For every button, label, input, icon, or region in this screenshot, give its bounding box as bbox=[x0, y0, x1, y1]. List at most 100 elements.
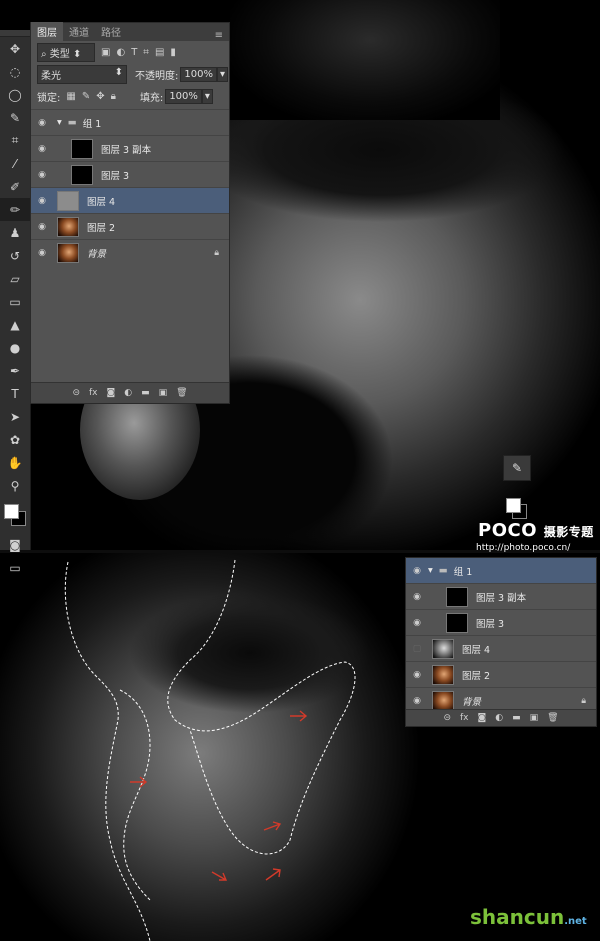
link-icon[interactable]: ⊝ bbox=[72, 388, 80, 398]
visibility-eye-icon[interactable]: ◉ bbox=[31, 196, 53, 206]
color-swatches bbox=[0, 497, 30, 533]
filter-pixel-icon[interactable]: ▣ bbox=[101, 47, 110, 58]
lock-image-icon[interactable]: ✎ bbox=[82, 91, 90, 102]
visibility-eye-icon[interactable]: ◉ bbox=[406, 670, 428, 680]
layer-name: 图层 4 bbox=[462, 644, 491, 656]
layer-row-background[interactable]: ◉ 背景 🔒︎ bbox=[31, 239, 229, 265]
tab-paths[interactable]: 路径 bbox=[95, 22, 127, 41]
blend-mode-value: 柔光 bbox=[41, 70, 61, 82]
trash-icon[interactable]: 🗑︎ bbox=[547, 713, 558, 723]
selection-marquee-left bbox=[64, 561, 151, 941]
opacity-input[interactable]: 100% bbox=[180, 66, 217, 82]
layer-row-group-1[interactable]: ◉ ▾ ▬ 组 1 bbox=[406, 558, 596, 583]
layer-row-layer-3-copy[interactable]: ◉ 图层 3 副本 bbox=[31, 135, 229, 161]
filter-shape-icon[interactable]: ⌗ bbox=[143, 47, 149, 58]
layer-row-layer-3-copy[interactable]: ◉ 图层 3 副本 bbox=[406, 583, 596, 609]
foreground-color-swatch[interactable] bbox=[4, 504, 19, 519]
hand-tool-icon[interactable]: ✋ bbox=[0, 451, 30, 474]
layer-name: 背景 bbox=[462, 696, 482, 708]
layer-thumbnail bbox=[432, 690, 454, 711]
trash-icon[interactable]: 🗑︎ bbox=[176, 388, 187, 398]
pen-tool-icon[interactable]: ✒ bbox=[0, 359, 30, 382]
layer-row-group-1[interactable]: ◉ ▾ ▬ 组 1 bbox=[31, 109, 229, 135]
visibility-off-icon[interactable]: ▢ bbox=[406, 644, 428, 654]
clone-stamp-tool-icon[interactable]: ♟ bbox=[0, 221, 30, 244]
mask-icon[interactable]: ◙ bbox=[477, 713, 486, 723]
healing-brush-tool-icon[interactable]: ✐ bbox=[0, 175, 30, 198]
layer-row-layer-3[interactable]: ◉ 图层 3 bbox=[31, 161, 229, 187]
visibility-eye-icon[interactable]: ◉ bbox=[31, 170, 53, 180]
opacity-label: 不透明度: bbox=[135, 70, 179, 82]
adjustment-icon[interactable]: ◐ bbox=[495, 713, 503, 723]
new-layer-icon[interactable]: ▣ bbox=[530, 713, 539, 723]
type-tool-icon[interactable]: T bbox=[0, 382, 30, 405]
fx-icon[interactable]: fx bbox=[89, 388, 98, 398]
blend-mode-dropdown[interactable]: 柔光 ⬍ bbox=[37, 64, 127, 84]
lasso-tool-icon[interactable]: ◯ bbox=[0, 83, 30, 106]
brush-tool-icon[interactable]: ✏ bbox=[0, 198, 30, 221]
mask-icon[interactable]: ◙ bbox=[106, 388, 115, 398]
visibility-eye-icon[interactable]: ◉ bbox=[406, 618, 428, 628]
filter-type-dropdown[interactable]: ⌕ 类型 ⬍ bbox=[37, 42, 95, 62]
tab-layers[interactable]: 图层 bbox=[31, 22, 63, 41]
visibility-eye-icon[interactable]: ◉ bbox=[406, 696, 428, 706]
adjustment-icon[interactable]: ◐ bbox=[124, 388, 132, 398]
layer-name: 图层 3 副本 bbox=[101, 144, 152, 156]
layer-row-layer-2[interactable]: ◉ 图层 2 bbox=[31, 213, 229, 239]
toolbar-grip[interactable] bbox=[0, 30, 30, 37]
layer-row-layer-2[interactable]: ◉ 图层 2 bbox=[406, 661, 596, 687]
opacity-dropdown-icon[interactable]: ▾ bbox=[216, 66, 228, 82]
new-layer-icon[interactable]: ▣ bbox=[159, 388, 168, 398]
eyedropper-tool-icon[interactable]: ⁄ bbox=[0, 152, 30, 175]
brush-preset-icon[interactable]: ✎ bbox=[503, 455, 531, 481]
panel-menu-icon[interactable]: ≡ bbox=[215, 30, 223, 41]
filter-adjustment-icon[interactable]: ◐ bbox=[116, 47, 125, 58]
layer-name: 图层 2 bbox=[462, 670, 491, 682]
fill-dropdown-icon[interactable]: ▾ bbox=[201, 88, 213, 104]
visibility-eye-icon[interactable]: ◉ bbox=[406, 566, 428, 576]
group-expand-icon[interactable]: ▾ bbox=[428, 565, 433, 576]
filter-smart-object-icon[interactable]: ▤ bbox=[155, 47, 164, 58]
folder-icon[interactable]: ▬ bbox=[141, 388, 150, 398]
visibility-eye-icon[interactable]: ◉ bbox=[406, 592, 428, 602]
fx-icon[interactable]: fx bbox=[460, 713, 469, 723]
blur-tool-icon[interactable]: ▲ bbox=[0, 313, 30, 336]
filter-type-icon[interactable]: T bbox=[131, 47, 137, 58]
visibility-eye-icon[interactable]: ◉ bbox=[31, 222, 53, 232]
move-tool-icon[interactable]: ✥ bbox=[0, 37, 30, 60]
shape-tool-icon[interactable]: ✿ bbox=[0, 428, 30, 451]
fill-input[interactable]: 100% bbox=[165, 88, 202, 104]
path-select-tool-icon[interactable]: ➤ bbox=[0, 405, 30, 428]
layer-row-layer-3[interactable]: ◉ 图层 3 bbox=[406, 609, 596, 635]
visibility-eye-icon[interactable]: ◉ bbox=[31, 118, 53, 128]
link-icon[interactable]: ⊝ bbox=[443, 713, 451, 723]
crop-tool-icon[interactable]: ⌗ bbox=[0, 129, 30, 152]
history-brush-tool-icon[interactable]: ↺ bbox=[0, 244, 30, 267]
eraser-tool-icon[interactable]: ▱ bbox=[0, 267, 30, 290]
quick-select-tool-icon[interactable]: ✎ bbox=[0, 106, 30, 129]
layer-row-layer-4[interactable]: ▢ 图层 4 bbox=[406, 635, 596, 661]
group-expand-icon[interactable]: ▾ bbox=[57, 117, 62, 128]
layer-row-layer-4[interactable]: ◉ 图层 4 bbox=[31, 187, 229, 213]
gradient-tool-icon[interactable]: ▭ bbox=[0, 290, 30, 313]
shancun-text: shancun bbox=[470, 905, 565, 929]
visibility-eye-icon[interactable]: ◉ bbox=[31, 248, 53, 258]
layers-footer: ⊝ fx ◙ ◐ ▬ ▣ 🗑︎ bbox=[406, 709, 596, 726]
lock-transparent-icon[interactable]: ▦ bbox=[66, 91, 75, 102]
quick-mask-icon[interactable]: ◙ bbox=[0, 533, 30, 556]
marquee-tool-icon[interactable]: ◌ bbox=[0, 60, 30, 83]
lock-all-icon[interactable]: 🔒︎ bbox=[111, 91, 116, 102]
layer-name: 背景 bbox=[87, 248, 107, 260]
filter-toggle-icon[interactable]: ▮ bbox=[170, 47, 176, 58]
layer-thumbnail bbox=[71, 164, 93, 185]
lock-position-icon[interactable]: ✥ bbox=[96, 91, 104, 102]
screen-mode-icon[interactable]: ▭ bbox=[0, 556, 30, 579]
tab-channels[interactable]: 通道 bbox=[63, 22, 95, 41]
zoom-tool-icon[interactable]: ⚲ bbox=[0, 474, 30, 497]
tools-panel: ✥ ◌ ◯ ✎ ⌗ ⁄ ✐ ✏ ♟ ↺ ▱ ▭ ▲ ● ✒ T ➤ ✿ ✋ ⚲ … bbox=[0, 30, 31, 575]
selection-marquee-right bbox=[167, 559, 356, 855]
visibility-eye-icon[interactable]: ◉ bbox=[31, 144, 53, 154]
dodge-tool-icon[interactable]: ● bbox=[0, 336, 30, 359]
folder-icon[interactable]: ▬ bbox=[512, 713, 521, 723]
foreground-color-swatch[interactable] bbox=[506, 498, 521, 513]
